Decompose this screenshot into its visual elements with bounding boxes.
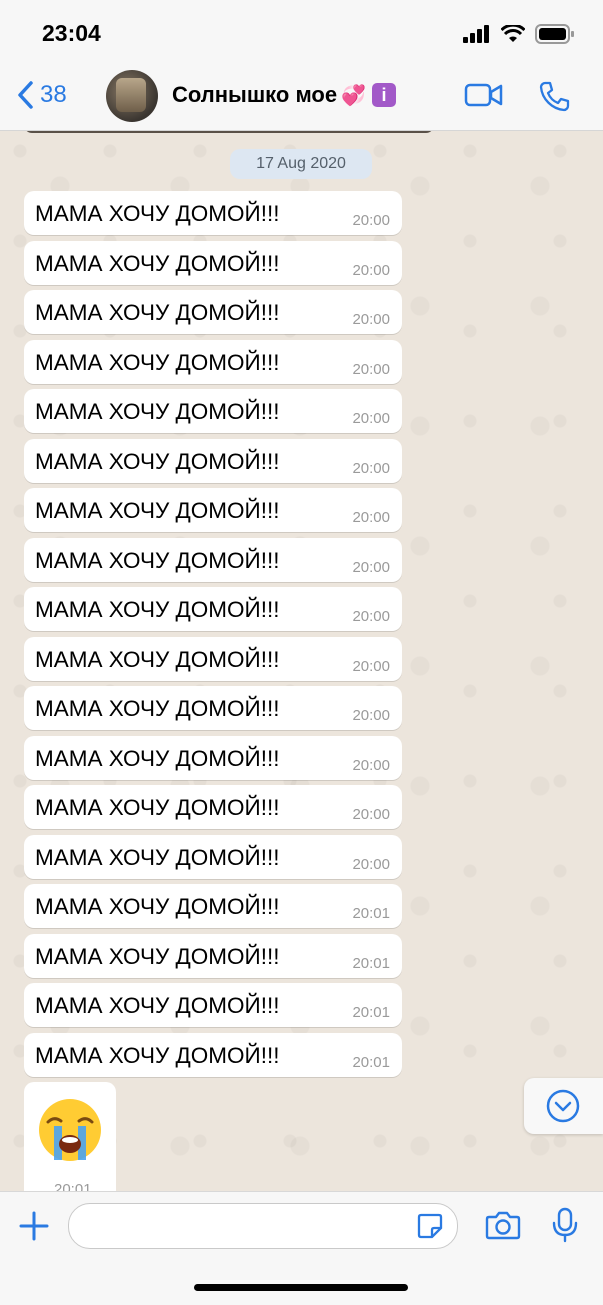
chat-header: 38 Солнышко мое 💞 i: [0, 68, 603, 131]
message-time: 20:01: [352, 1053, 390, 1071]
unread-count: 38: [40, 81, 67, 108]
message-text: МАМА ХОЧУ ДОМОЙ!!!: [35, 250, 280, 276]
back-button[interactable]: 38: [16, 80, 67, 110]
message-bubble[interactable]: МАМА ХОЧУ ДОМОЙ!!! 20:01: [24, 884, 402, 928]
message-text: МАМА ХОЧУ ДОМОЙ!!!: [35, 646, 280, 672]
contact-name: Солнышко мое: [172, 82, 338, 107]
message-text: МАМА ХОЧУ ДОМОЙ!!!: [35, 696, 280, 721]
camera-button[interactable]: [485, 1210, 521, 1245]
status-bar: 23:04: [0, 0, 603, 68]
message-text: МАМА ХОЧУ ДОМОЙ!!!: [35, 993, 280, 1018]
voice-call-button[interactable]: [538, 80, 570, 117]
message-time: 20:00: [352, 558, 390, 576]
microphone-icon: [552, 1207, 578, 1243]
message-text: МАМА ХОЧУ ДОМОЙ!!!: [35, 795, 280, 820]
message-time: 20:00: [352, 855, 390, 873]
video-call-icon: [464, 83, 503, 107]
message-time: 20:00: [352, 707, 390, 724]
message-bubble[interactable]: МАМА ХОЧУ ДОМОЙ!!! 20:00: [24, 191, 402, 235]
back-chevron-icon: [18, 81, 33, 109]
crying-face-emoji: [39, 1099, 101, 1161]
signal-icon: [463, 25, 489, 43]
heart-emoji: 💞: [341, 84, 367, 107]
battery-icon: [535, 24, 574, 44]
message-time: 20:01: [54, 1181, 92, 1191]
message-bubble[interactable]: МАМА ХОЧУ ДОМОЙ!!! 20:00: [24, 686, 402, 730]
wifi-icon: [501, 25, 525, 42]
message-text: МАМА ХОЧУ ДОМОЙ!!!: [35, 498, 280, 523]
message-text: МАМА ХОЧУ ДОМОЙ!!!: [35, 894, 280, 919]
info-emoji: i: [372, 83, 397, 107]
message-bubble[interactable]: МАМА ХОЧУ ДОМОЙ!!! 20:00: [24, 290, 402, 334]
message-text: МАМА ХОЧУ ДОМОЙ!!!: [35, 448, 280, 474]
microphone-button[interactable]: [552, 1207, 578, 1248]
message-text: МАМА ХОЧУ ДОМОЙ!!!: [35, 844, 280, 870]
message-time: 20:01: [352, 905, 390, 922]
message-input[interactable]: [83, 1204, 417, 1246]
message-field[interactable]: [68, 1203, 458, 1249]
message-text: МАМА ХОЧУ ДОМОЙ!!!: [35, 597, 280, 622]
message-text: МАМА ХОЧУ ДОМОЙ!!!: [35, 943, 280, 969]
message-time: 20:00: [352, 360, 390, 378]
sticker-icon: [417, 1213, 443, 1239]
camera-icon: [485, 1211, 521, 1240]
scroll-to-bottom-button[interactable]: [524, 1078, 603, 1134]
message-time: 20:00: [352, 509, 390, 526]
message-bubble[interactable]: МАМА ХОЧУ ДОМОЙ!!! 20:00: [24, 587, 402, 631]
message-bubble[interactable]: МАМА ХОЧУ ДОМОЙ!!! 20:00: [24, 834, 402, 879]
plus-icon: [19, 1211, 49, 1241]
message-time: 20:00: [352, 806, 390, 823]
message-time: 20:00: [352, 608, 390, 625]
message-text: МАМА ХОЧУ ДОМОЙ!!!: [35, 300, 280, 325]
message-time: 20:00: [352, 311, 390, 328]
message-time: 20:01: [352, 1004, 390, 1021]
message-text: МАМА ХОЧУ ДОМОЙ!!!: [35, 547, 280, 573]
sticker-button[interactable]: [417, 1213, 443, 1244]
contact-title[interactable]: Солнышко мое 💞 i: [172, 82, 397, 108]
message-text: МАМА ХОЧУ ДОМОЙ!!!: [35, 1042, 280, 1068]
emoji-message[interactable]: 20:01: [24, 1082, 116, 1191]
message-bubble[interactable]: МАМА ХОЧУ ДОМОЙ!!! 20:00: [24, 339, 402, 384]
previous-media-edge: [24, 131, 434, 133]
message-bubble[interactable]: МАМА ХОЧУ ДОМОЙ!!! 20:00: [24, 389, 402, 433]
message-time: 20:00: [352, 212, 390, 229]
message-text: МАМА ХОЧУ ДОМОЙ!!!: [35, 399, 280, 424]
chat-area[interactable]: 17 Aug 2020 МАМА ХОЧУ ДОМОЙ!!! 20:00 МАМА …: [0, 131, 603, 1191]
message-bubble[interactable]: МАМА ХОЧУ ДОМОЙ!!! 20:00: [24, 735, 402, 780]
message-time: 20:00: [352, 459, 390, 477]
message-bubble[interactable]: МАМА ХОЧУ ДОМОЙ!!! 20:00: [24, 240, 402, 285]
message-bubble[interactable]: МАМА ХОЧУ ДОМОЙ!!! 20:00: [24, 537, 402, 582]
message-bubble[interactable]: МАМА ХОЧУ ДОМОЙ!!! 20:01: [24, 1032, 402, 1077]
message-bubble[interactable]: МАМА ХОЧУ ДОМОЙ!!! 20:00: [24, 438, 402, 483]
message-time: 20:00: [352, 756, 390, 774]
avatar[interactable]: [106, 70, 158, 122]
date-separator: 17 Aug 2020: [230, 149, 372, 179]
phone-icon: [539, 81, 570, 112]
message-bubble[interactable]: МАМА ХОЧУ ДОМОЙ!!! 20:00: [24, 488, 402, 532]
video-call-button[interactable]: [464, 80, 504, 115]
message-bubble[interactable]: МАМА ХОЧУ ДОМОЙ!!! 20:00: [24, 636, 402, 681]
message-time: 20:00: [352, 657, 390, 675]
message-text: МАМА ХОЧУ ДОМОЙ!!!: [35, 201, 280, 226]
message-time: 20:01: [352, 954, 390, 972]
message-bubble[interactable]: МАМА ХОЧУ ДОМОЙ!!! 20:00: [24, 785, 402, 829]
message-bubble[interactable]: МАМА ХОЧУ ДОМОЙ!!! 20:01: [24, 983, 402, 1027]
message-time: 20:00: [352, 261, 390, 279]
status-icons: [463, 24, 575, 44]
home-indicator: [194, 1284, 408, 1291]
message-bubble[interactable]: МАМА ХОЧУ ДОМОЙ!!! 20:01: [24, 933, 402, 978]
chevron-down-icon: [546, 1089, 580, 1123]
attach-button[interactable]: [18, 1210, 50, 1247]
message-time: 20:00: [352, 410, 390, 427]
message-text: МАМА ХОЧУ ДОМОЙ!!!: [35, 745, 280, 771]
status-time: 23:04: [42, 20, 101, 46]
message-text: МАМА ХОЧУ ДОМОЙ!!!: [35, 349, 280, 375]
